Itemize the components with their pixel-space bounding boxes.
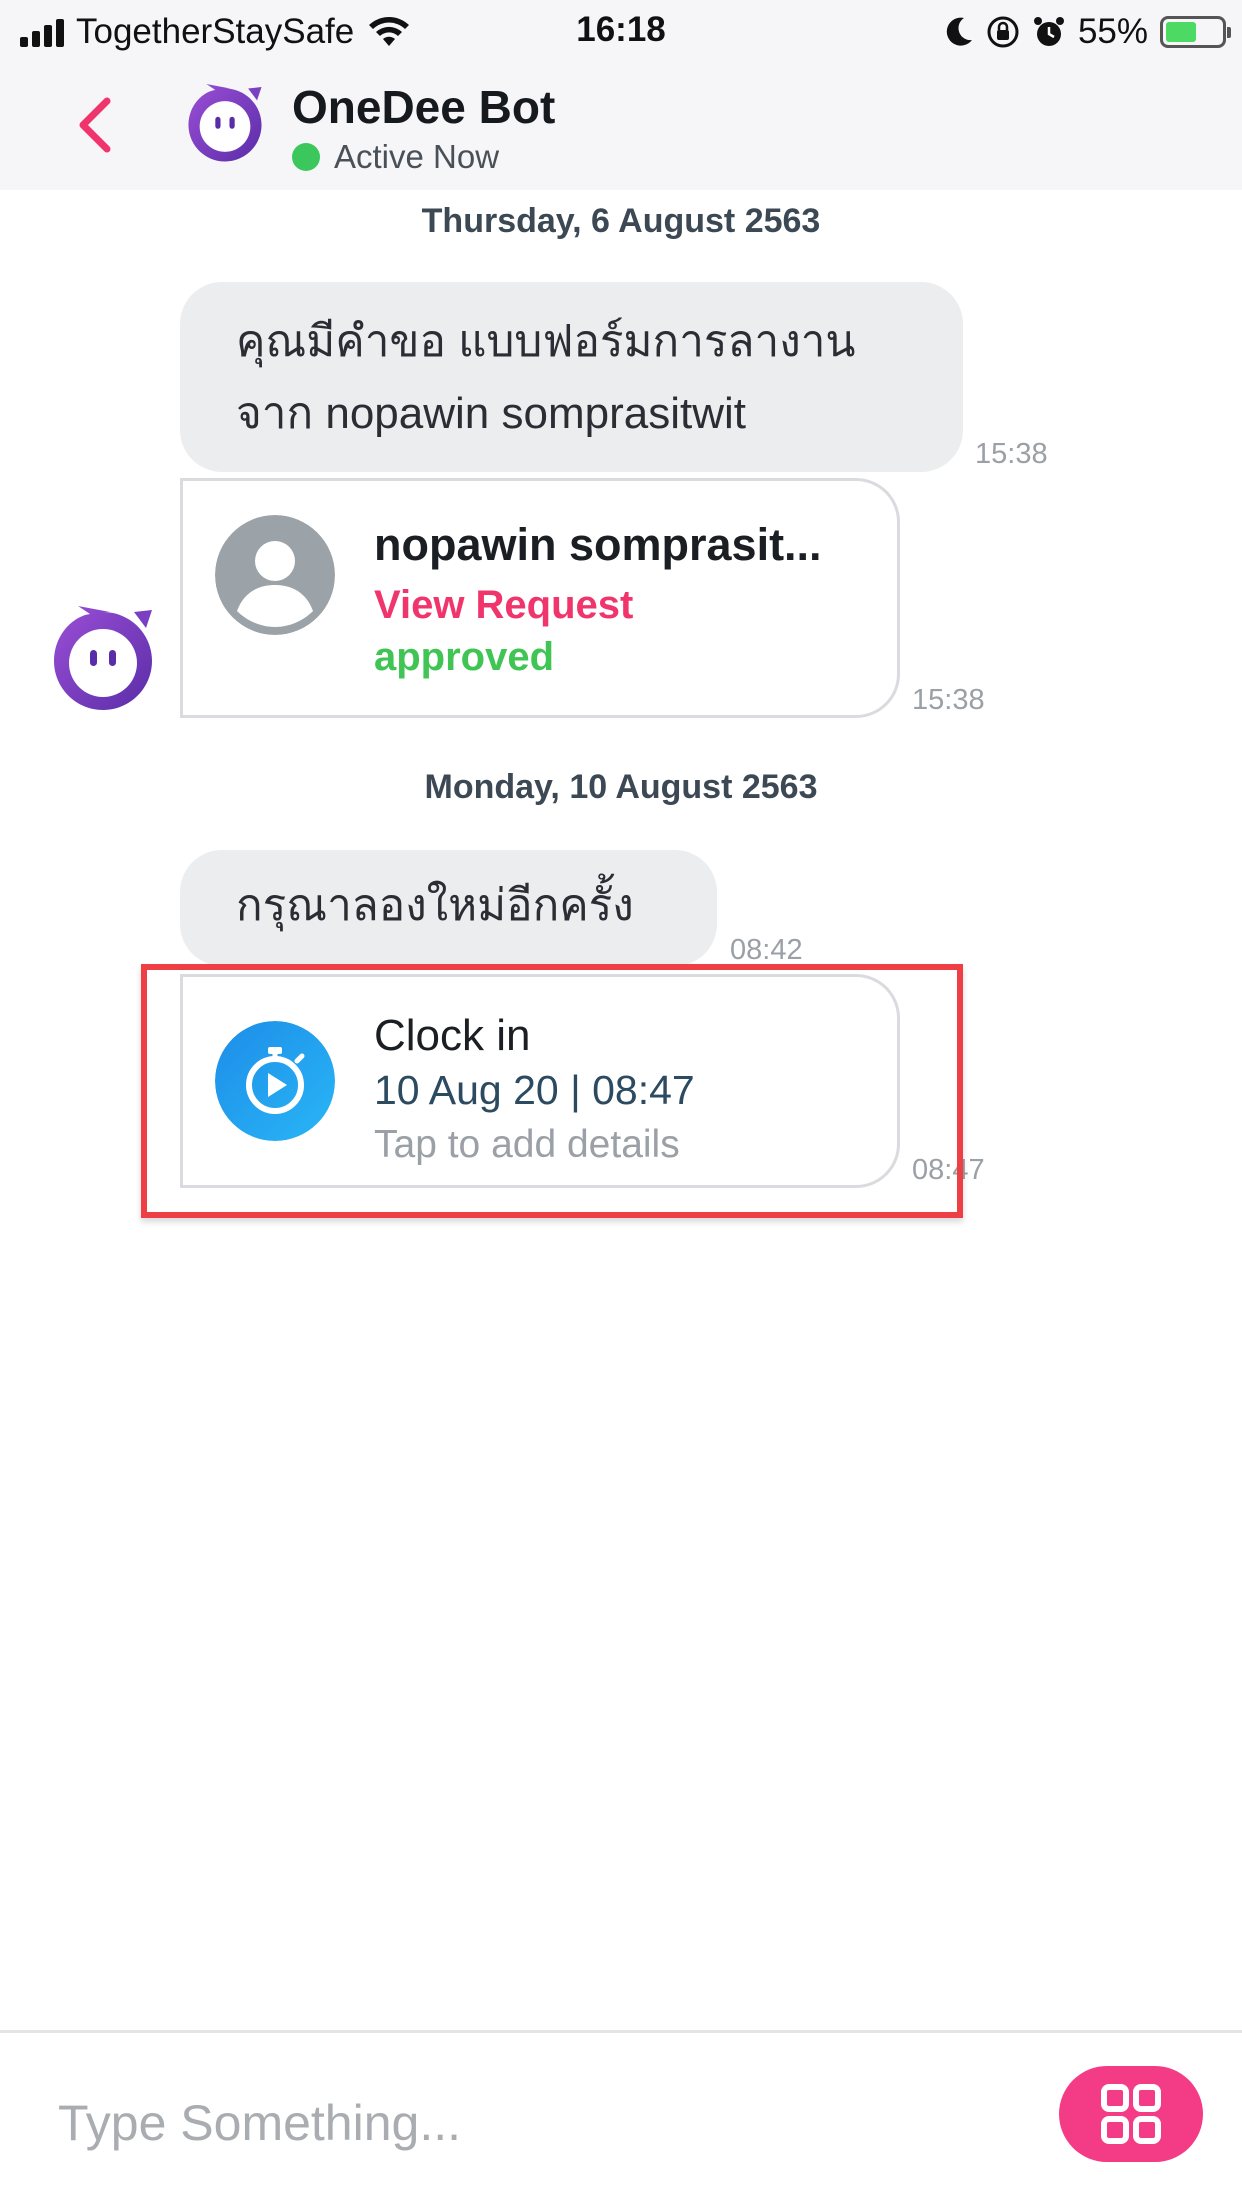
battery-percentage: 55% [1077,12,1148,51]
message-timestamp: 08:47 [912,1154,985,1186]
request-status: approved [374,635,555,679]
presence-status: Active Now [292,138,499,176]
view-request-link[interactable]: View Request [374,583,633,628]
requester-name: nopawin somprasit... [374,519,822,570]
message-bubble[interactable]: กรุณาลองใหม่อีกครั้ง [180,850,717,966]
menu-button[interactable] [1059,2066,1203,2162]
date-separator: Thursday, 6 August 2563 [421,202,821,240]
rotation-lock-icon [987,16,1019,48]
user-avatar-icon [215,515,335,635]
online-indicator [292,143,320,171]
back-button[interactable] [60,90,130,160]
clock-in-title: Clock in [374,1011,531,1060]
presence-label: Active Now [334,138,500,175]
grid-icon [1101,2084,1161,2144]
message-bubble[interactable]: คุณมีคำขอ แบบฟอร์มการลางาน จาก nopawin s… [180,282,963,472]
message-line: กรุณาลองใหม่อีกครั้ง [236,881,634,930]
alarm-icon [1033,17,1064,46]
message-input[interactable] [58,2083,1018,2163]
moon-icon [946,17,972,46]
clock-in-hint: Tap to add details [374,1123,680,1166]
bot-avatar-icon [54,606,152,710]
stopwatch-icon [215,1021,335,1141]
composer-bar [0,2030,1242,2208]
message-line: จาก nopawin somprasitwit [236,389,746,438]
bot-face-icon [188,84,262,162]
chat-title: OneDee Bot [292,81,556,133]
status-bar: TogetherStaySafe 16:18 55% [0,0,1242,62]
message-timestamp: 15:38 [912,684,985,716]
message-line: คุณมีคำขอ แบบฟอร์มการลางาน [236,317,856,366]
battery-icon [1160,16,1231,48]
chat-header: OneDee Bot Active Now [0,62,1242,190]
date-separator: Monday, 10 August 2563 [424,768,818,806]
clock-in-card[interactable]: Clock in 10 Aug 20 | 08:47 Tap to add de… [180,974,900,1188]
message-timestamp: 08:42 [730,934,803,966]
clock-in-datetime: 10 Aug 20 | 08:47 [374,1067,695,1113]
request-card[interactable]: nopawin somprasit... View Request approv… [180,478,900,718]
message-timestamp: 15:38 [975,438,1048,470]
chevron-left-icon [79,97,111,153]
